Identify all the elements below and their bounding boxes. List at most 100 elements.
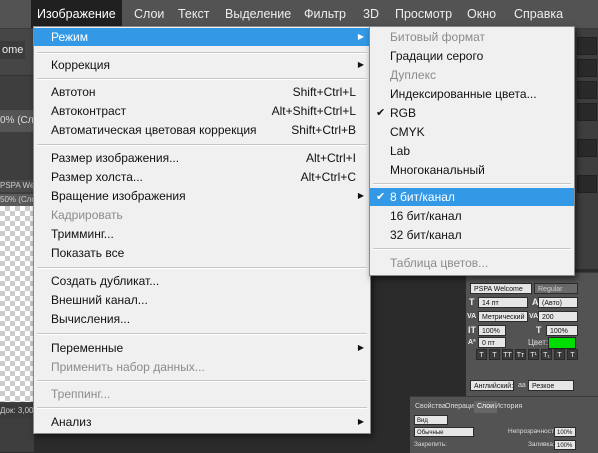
opacity-label: Непрозрачность: [508, 428, 560, 435]
menu-item-trim[interactable]: Тримминг... [34, 225, 370, 243]
dock-button[interactable] [577, 37, 597, 55]
fill-field[interactable]: 100% [554, 440, 576, 450]
menu-item-autocolor[interactable]: Автоматическая цветовая коррекция Shift+… [34, 121, 370, 139]
tab-history[interactable]: История [492, 401, 525, 413]
blend-mode-select[interactable]: Обычные [414, 427, 474, 437]
dock-button[interactable] [577, 103, 597, 121]
mode-duotone[interactable]: Дуплекс [370, 66, 574, 84]
menu-item-duplicate[interactable]: Создать дубликат... [34, 272, 370, 290]
kerning-icon: VA [467, 313, 477, 320]
mode-color-table[interactable]: Таблица цветов... [370, 254, 574, 272]
canvas-transparency[interactable] [0, 206, 34, 402]
shortcut-label: Shift+Ctrl+B [291, 123, 356, 137]
mode-32bit[interactable]: 32 бит/канал [370, 226, 574, 244]
faux-italic-button[interactable]: T [489, 349, 500, 360]
menu-window[interactable]: Окно [461, 0, 502, 28]
language-select[interactable]: Английский: ... [470, 380, 514, 391]
dock-button[interactable] [577, 81, 597, 99]
fill-label: Заливка: [528, 441, 555, 448]
menu-item-label: Автоматическая цветовая коррекция [51, 123, 257, 137]
menu-item-label: Многоканальный [390, 163, 485, 177]
menu-view[interactable]: Просмотр [389, 0, 458, 28]
menu-filter[interactable]: Фильтр [298, 0, 352, 28]
menu-item-label: Кадрировать [51, 208, 123, 222]
font-family-select[interactable]: PSPA Welcome [470, 283, 532, 294]
superscript-button[interactable]: T¹ [528, 349, 539, 360]
vertical-scale-field[interactable]: 100% [478, 325, 506, 336]
checkmark-icon: ✔ [376, 191, 386, 203]
menu-item-label: Коррекция [51, 58, 111, 72]
menu-item-image-size[interactable]: Размер изображения... Alt+Ctrl+I [34, 149, 370, 167]
menu-item-label: Показать все [51, 246, 125, 260]
menu-item-label: RGB [390, 106, 417, 120]
subscript-button[interactable]: T₁ [541, 349, 552, 360]
menu-item-analysis[interactable]: Анализ ▶ [34, 413, 370, 431]
opacity-field[interactable]: 100% [554, 427, 576, 437]
menu-item-label: 8 бит/канал [390, 190, 455, 204]
mode-bitmap[interactable]: Битовый формат [370, 28, 574, 46]
menu-item-label: Размер изображения... [51, 151, 180, 165]
menu-item-variables[interactable]: Переменные ▶ [34, 339, 370, 357]
small-caps-button[interactable]: Tт [515, 349, 526, 360]
horizontal-scale-field[interactable]: 100% [546, 325, 578, 336]
strikethrough-button[interactable]: T [567, 349, 578, 360]
menu-item-correction[interactable]: Коррекция ▶ [34, 56, 370, 74]
menu-item-label: Дуплекс [390, 68, 436, 82]
menu-item-mode[interactable]: Режим ▶ [34, 28, 370, 46]
menu-select[interactable]: Выделение [219, 0, 297, 28]
menu-help[interactable]: Справка [508, 0, 569, 28]
tracking-field[interactable]: 200 [538, 311, 578, 322]
mode-grayscale[interactable]: Градации серого [370, 47, 574, 65]
menu-item-label: Переменные [51, 341, 124, 355]
menu-item-autotone[interactable]: Автотон Shift+Ctrl+L [34, 83, 370, 101]
mode-multichannel[interactable]: Многоканальный [370, 161, 574, 179]
status-bar: Док: 3,00М [0, 404, 34, 418]
antialias-select[interactable]: Резкое [528, 380, 574, 391]
mode-8bit[interactable]: ✔ 8 бит/канал [370, 188, 574, 206]
menu-separator [37, 52, 367, 54]
menu-separator [37, 407, 367, 409]
kerning-field[interactable]: Метрический [478, 311, 528, 322]
underline-button[interactable]: T [554, 349, 565, 360]
leading-field[interactable]: (Авто) [538, 297, 578, 308]
faux-bold-button[interactable]: T [476, 349, 487, 360]
menu-separator [37, 333, 367, 335]
menu-item-calculations[interactable]: Вычисления... [34, 310, 370, 328]
menu-item-apply-data-set[interactable]: Применить набор данных... [34, 358, 370, 376]
menu-image[interactable]: Изображение [31, 0, 122, 28]
baseline-field[interactable]: 0 пт [478, 337, 506, 348]
menu-item-label: Автотон [51, 85, 96, 99]
dock-button[interactable] [577, 139, 597, 157]
document-tab-tertiary[interactable]: 50% (Слой [0, 194, 34, 206]
menu-layers[interactable]: Слои [128, 0, 170, 28]
menu-item-crop[interactable]: Кадрировать [34, 206, 370, 224]
options-preset-label[interactable]: ome [0, 41, 26, 59]
menu-item-label: Автоконтраст [51, 104, 127, 118]
mode-rgb[interactable]: ✔ RGB [370, 104, 574, 122]
dock-button[interactable] [577, 59, 597, 77]
document-tab-secondary[interactable]: PSPA Welcome [0, 180, 34, 192]
menu-item-autocontrast[interactable]: Автоконтраст Alt+Shift+Ctrl+L [34, 102, 370, 120]
all-caps-button[interactable]: TT [502, 349, 513, 360]
menu-separator [373, 248, 571, 250]
menu-separator [373, 183, 571, 185]
mode-indexed[interactable]: Индексированные цвета... [370, 85, 574, 103]
menu-item-label: 16 бит/канал [390, 209, 462, 223]
menu-type[interactable]: Текст [172, 0, 215, 28]
menu-item-label: Анализ [51, 415, 92, 429]
menu-3d[interactable]: 3D [357, 0, 385, 28]
font-size-field[interactable]: 14 пт [478, 297, 528, 308]
mode-cmyk[interactable]: CMYK [370, 123, 574, 141]
font-style-select[interactable]: Regular [534, 283, 578, 294]
mode-16bit[interactable]: 16 бит/канал [370, 207, 574, 225]
mode-lab[interactable]: Lab [370, 142, 574, 160]
document-tab[interactable]: 0% (Сло [0, 110, 34, 132]
menu-item-trapping[interactable]: Треппинг... [34, 385, 370, 403]
menu-item-rotate[interactable]: Вращение изображения ▶ [34, 187, 370, 205]
dock-button[interactable] [577, 175, 597, 193]
text-color-swatch[interactable] [548, 337, 576, 349]
menu-item-reveal-all[interactable]: Показать все [34, 244, 370, 262]
layer-kind-filter[interactable]: Вид [414, 415, 448, 425]
menu-item-canvas-size[interactable]: Размер холста... Alt+Ctrl+C [34, 168, 370, 186]
menu-item-apply-image[interactable]: Внешний канал... [34, 291, 370, 309]
